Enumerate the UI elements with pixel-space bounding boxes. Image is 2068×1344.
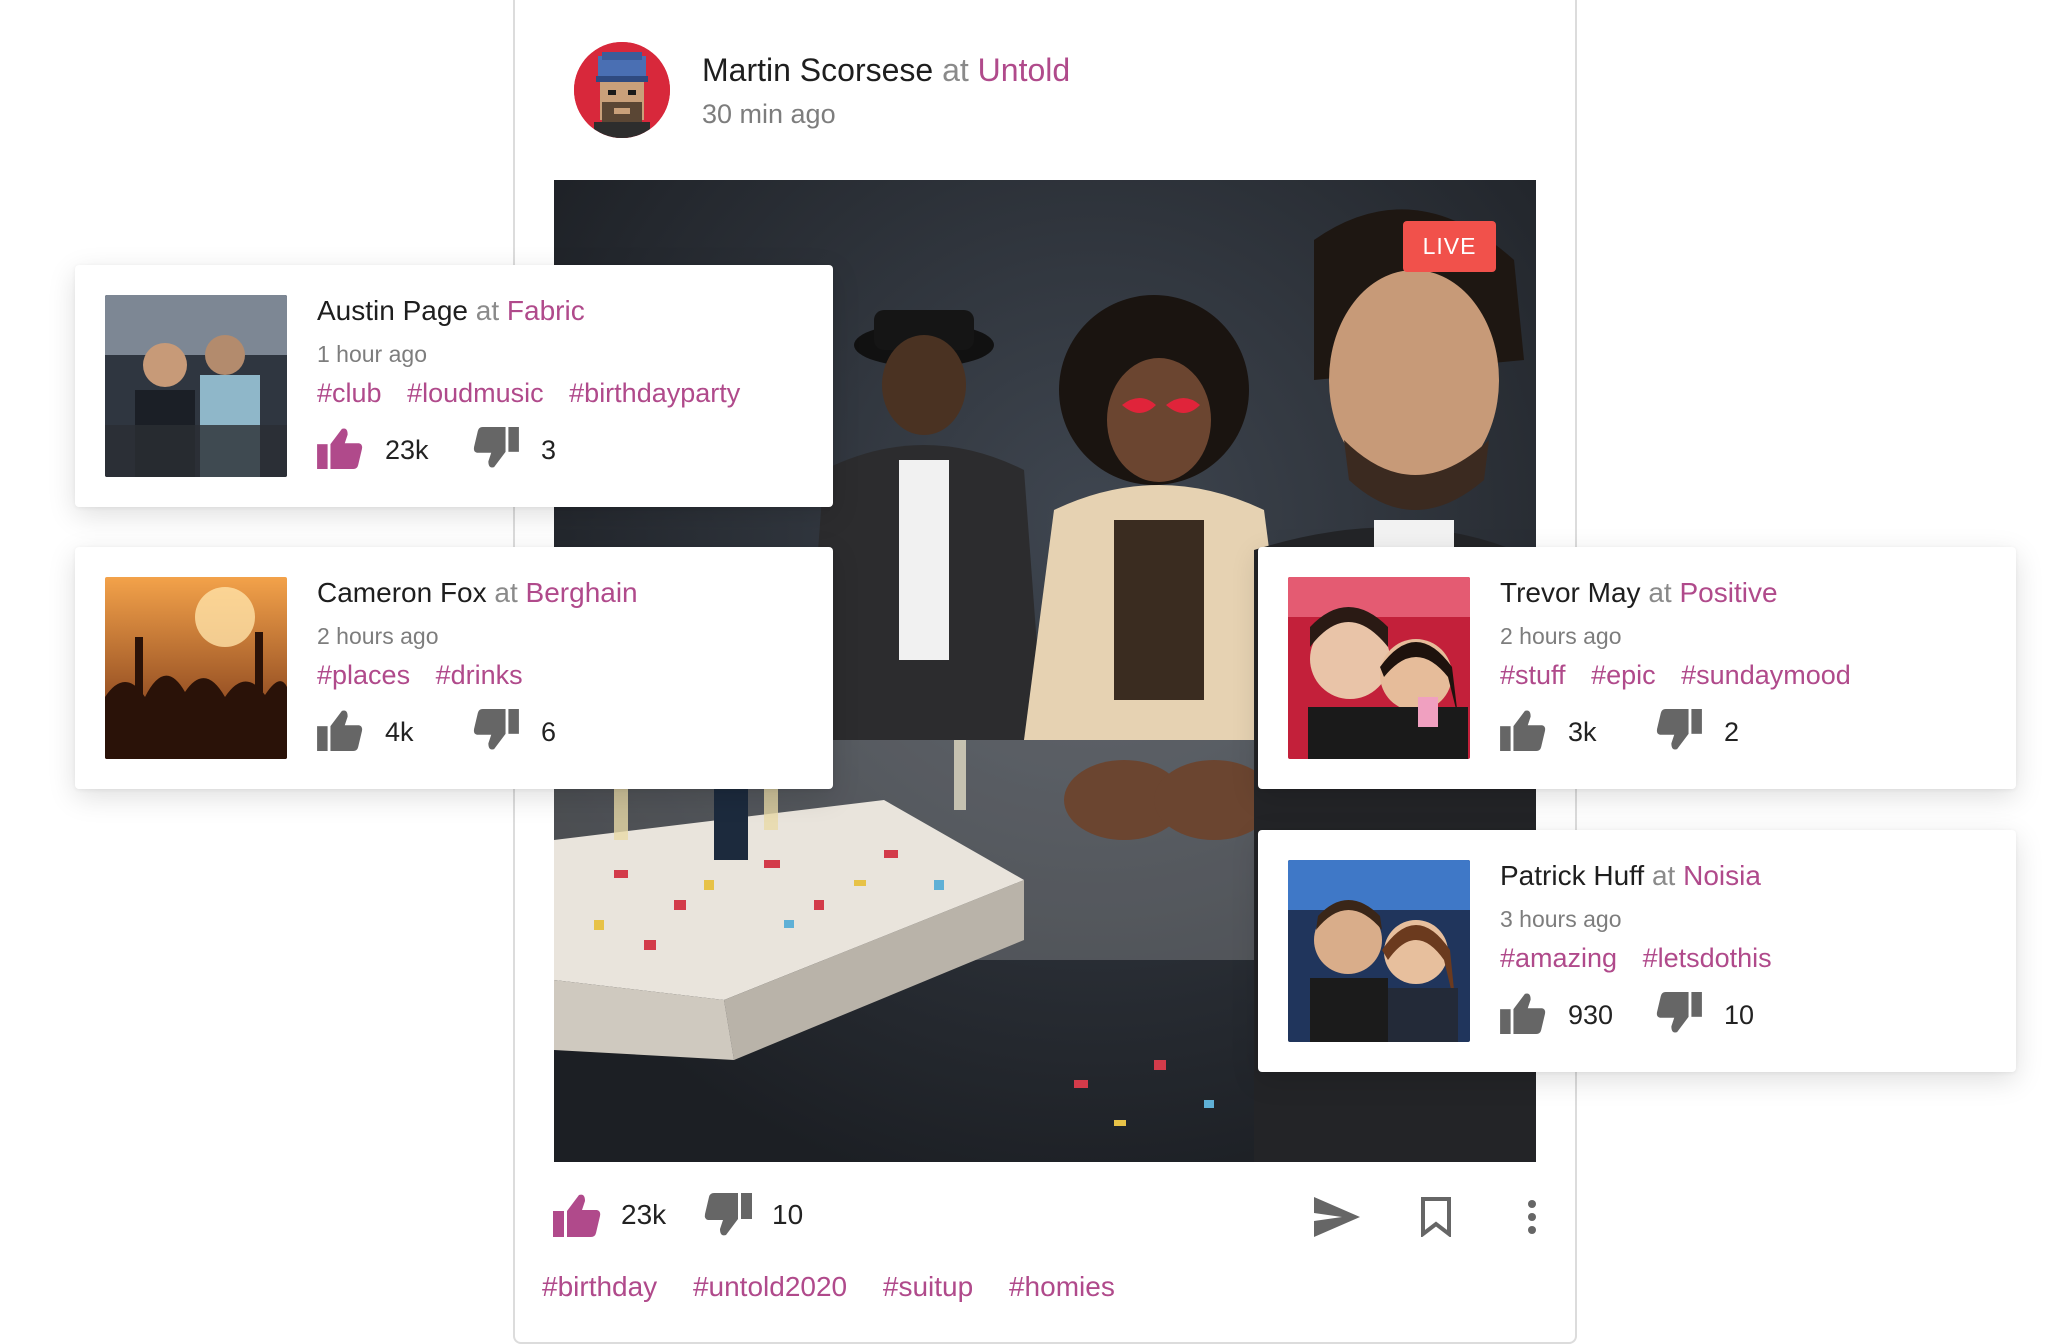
feed-author-name[interactable]: Austin Page — [317, 295, 468, 326]
feed-card[interactable]: Austin Page at Fabric 1 hour ago #club #… — [75, 265, 833, 507]
feed-dislike-count: 2 — [1724, 717, 1740, 747]
feed-dislike-count: 3 — [541, 435, 557, 465]
feed-author-line: Patrick Huff at Noisia — [1500, 860, 1761, 892]
feed-like-count: 930 — [1568, 1000, 1614, 1030]
live-badge: LIVE — [1403, 221, 1496, 272]
feed-author-line: Cameron Fox at Berghain — [317, 577, 638, 609]
thumbs-down-icon[interactable] — [704, 1193, 752, 1237]
main-author-line: Martin Scorsese at Untold — [702, 52, 1070, 89]
main-venue-link[interactable]: Untold — [978, 52, 1071, 88]
hashtag-link[interactable]: #drinks — [436, 660, 523, 690]
thumbs-down-icon[interactable] — [473, 709, 519, 756]
main-at-word: at — [942, 52, 969, 88]
feed-venue-link[interactable]: Noisia — [1683, 860, 1761, 891]
feed-author-line: Austin Page at Fabric — [317, 295, 585, 327]
thumbs-up-icon[interactable] — [1500, 992, 1546, 1039]
main-post-tags: #birthday #untold2020 #suitup #homies — [542, 1271, 1143, 1303]
hashtag-link[interactable]: #places — [317, 660, 410, 690]
thumbs-up-icon[interactable] — [1500, 709, 1546, 756]
hashtag-link[interactable]: #birthday — [542, 1271, 657, 1302]
feed-card[interactable]: Patrick Huff at Noisia 3 hours ago #amaz… — [1258, 830, 2016, 1072]
hashtag-link[interactable]: #homies — [1009, 1271, 1115, 1302]
hashtag-link[interactable]: #club — [317, 378, 382, 408]
hashtag-link[interactable]: #stuff — [1500, 660, 1566, 690]
hashtag-link[interactable]: #loudmusic — [407, 378, 544, 408]
send-icon[interactable] — [1314, 1197, 1360, 1237]
feed-tags: #club #loudmusic #birthdayparty — [317, 378, 758, 409]
feed-venue-link[interactable]: Berghain — [526, 577, 638, 608]
feed-thumbnail[interactable] — [1288, 860, 1470, 1042]
feed-card[interactable]: Trevor May at Positive 2 hours ago #stuf… — [1258, 547, 2016, 789]
thumbs-up-icon[interactable] — [317, 427, 363, 474]
feed-like-count: 4k — [385, 717, 414, 747]
feed-at-word: at — [1648, 577, 1672, 608]
feed-venue-link[interactable]: Positive — [1679, 577, 1777, 608]
feed-card[interactable]: Cameron Fox at Berghain 2 hours ago #pla… — [75, 547, 833, 789]
feed-time: 3 hours ago — [1500, 906, 1622, 932]
feed-dislike-count: 6 — [541, 717, 557, 747]
feed-time: 2 hours ago — [317, 623, 439, 649]
main-dislike-count: 10 — [772, 1199, 804, 1230]
feed-at-word: at — [1651, 860, 1676, 891]
feed-tags: #places #drinks — [317, 660, 541, 691]
thumbs-down-icon[interactable] — [1656, 709, 1702, 756]
feed-thumbnail[interactable] — [105, 577, 287, 759]
feed-like-count: 23k — [385, 435, 429, 465]
main-like-action[interactable]: 23k — [553, 1193, 666, 1237]
hashtag-link[interactable]: #epic — [1591, 660, 1656, 690]
feed-reactions: 3k 2 — [1500, 709, 1739, 756]
feed-time: 2 hours ago — [1500, 623, 1622, 649]
hashtag-link[interactable]: #sundaymood — [1681, 660, 1851, 690]
author-avatar[interactable] — [574, 42, 670, 138]
feed-author-line: Trevor May at Positive — [1500, 577, 1778, 609]
pixel-avatar-image — [574, 42, 670, 138]
feed-like-count: 3k — [1568, 717, 1597, 747]
feed-at-word: at — [475, 295, 500, 326]
feed-reactions: 23k 3 — [317, 427, 556, 474]
feed-dislike-count: 10 — [1724, 1000, 1755, 1030]
feed-tags: #amazing #letsdothis — [1500, 943, 1790, 974]
hashtag-link[interactable]: #untold2020 — [693, 1271, 847, 1302]
more-vertical-icon[interactable] — [1524, 1197, 1540, 1237]
feed-venue-link[interactable]: Fabric — [507, 295, 585, 326]
feed-author-name[interactable]: Cameron Fox — [317, 577, 487, 608]
feed-thumbnail[interactable] — [1288, 577, 1470, 759]
hashtag-link[interactable]: #letsdothis — [1643, 943, 1772, 973]
feed-reactions: 4k 6 — [317, 709, 556, 756]
feed-time: 1 hour ago — [317, 341, 427, 367]
main-author-name[interactable]: Martin Scorsese — [702, 52, 933, 88]
thumbs-down-icon[interactable] — [1656, 992, 1702, 1039]
thumbs-up-icon[interactable] — [317, 709, 363, 756]
thumbs-up-icon[interactable] — [553, 1193, 601, 1237]
hashtag-link[interactable]: #suitup — [883, 1271, 973, 1302]
thumbs-down-icon[interactable] — [473, 427, 519, 474]
main-dislike-action[interactable]: 10 — [704, 1193, 803, 1237]
feed-author-name[interactable]: Trevor May — [1500, 577, 1641, 608]
hashtag-link[interactable]: #birthdayparty — [569, 378, 740, 408]
feed-reactions: 930 10 — [1500, 992, 1754, 1039]
feed-thumbnail[interactable] — [105, 295, 287, 477]
feed-at-word: at — [494, 577, 518, 608]
bookmark-icon[interactable] — [1420, 1197, 1452, 1237]
feed-author-name[interactable]: Patrick Huff — [1500, 860, 1644, 891]
main-like-count: 23k — [621, 1199, 667, 1230]
feed-tags: #stuff #epic #sundaymood — [1500, 660, 1869, 691]
main-post-time: 30 min ago — [702, 99, 836, 129]
hashtag-link[interactable]: #amazing — [1500, 943, 1617, 973]
